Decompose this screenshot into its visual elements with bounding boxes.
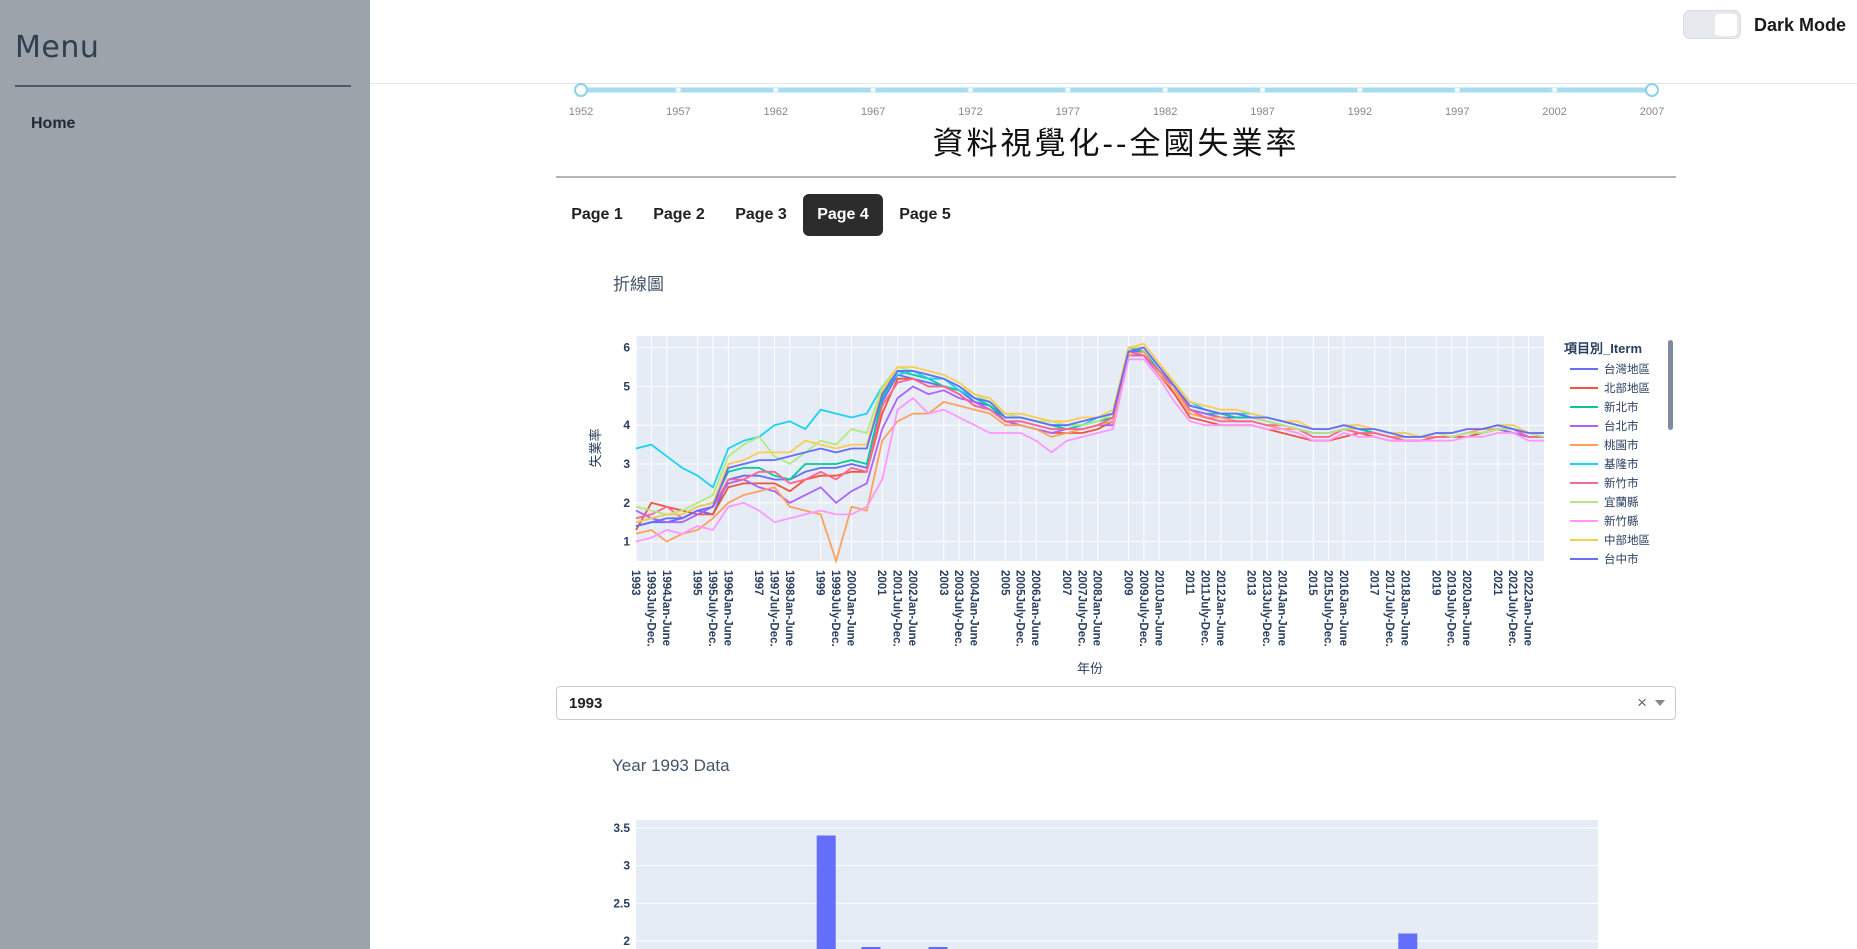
y-tick-label: 3 [623,859,630,873]
y-tick-label: 2 [623,934,630,948]
y-tick-label: 3.5 [613,821,630,835]
bar [1398,933,1418,949]
bar-chart: 2 2.5 3 3.5 [613,820,1598,949]
y-tick-label: 2.5 [613,896,630,910]
bar [816,835,836,949]
bar-plot-area [636,820,1598,949]
